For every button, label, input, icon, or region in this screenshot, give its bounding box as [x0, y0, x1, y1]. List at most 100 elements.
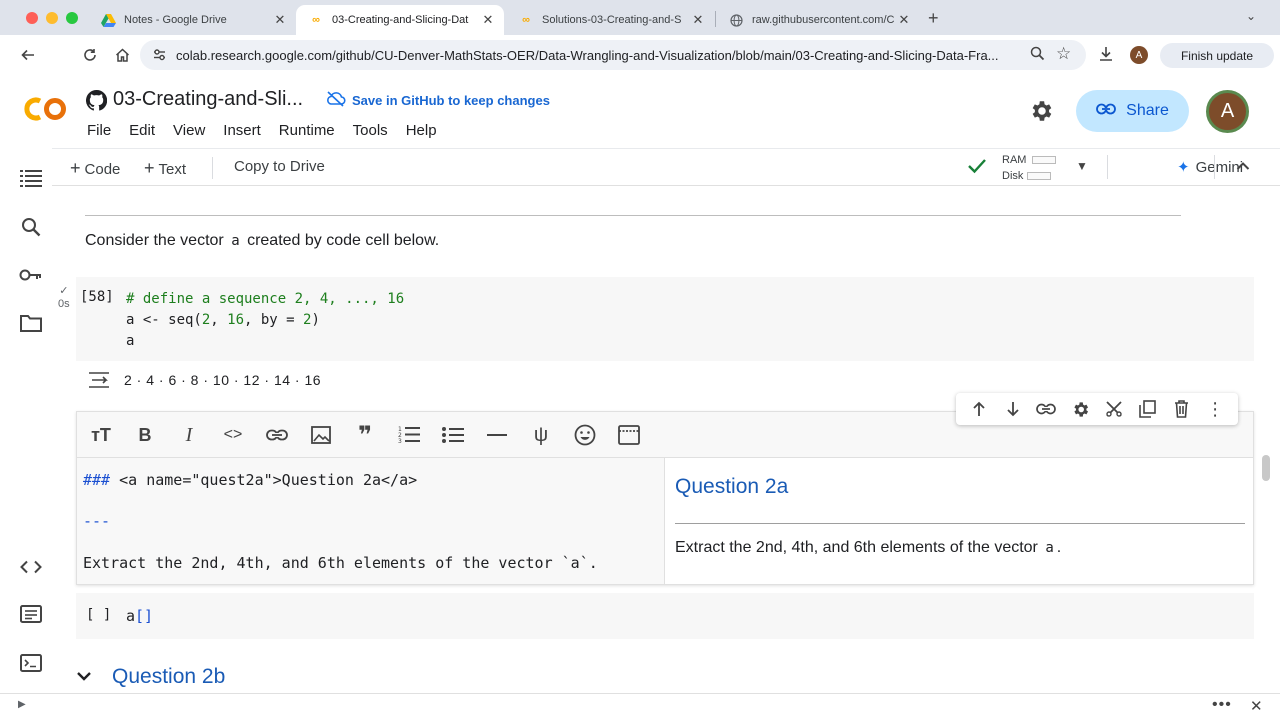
menu-help[interactable]: Help	[406, 122, 437, 139]
window-close-button[interactable]	[26, 12, 38, 24]
svg-text:3: 3	[398, 438, 402, 445]
browser-tab-notebook[interactable]: ∞ 03-Creating-and-Slicing-Dat ✕	[296, 5, 504, 35]
add-code-button[interactable]: + Code	[70, 158, 120, 179]
browser-tab-bar: Notes - Google Drive ✕ ∞ 03-Creating-and…	[0, 0, 1280, 35]
menu-tools[interactable]: Tools	[353, 122, 388, 139]
folder-icon[interactable]	[18, 310, 44, 336]
image-icon[interactable]	[307, 422, 335, 448]
colab-icon: ∞	[522, 14, 530, 26]
preview-toggle-icon[interactable]	[615, 422, 643, 448]
command-palette-icon[interactable]	[18, 601, 44, 627]
resource-monitor[interactable]: RAM Disk	[1002, 152, 1057, 184]
reload-icon[interactable]	[78, 43, 102, 67]
address-bar[interactable]: colab.research.google.com/github/CU-Denv…	[140, 40, 1086, 70]
tab-title: raw.githubusercontent.com/C	[752, 14, 894, 26]
cloud-off-icon	[326, 91, 346, 110]
user-avatar[interactable]: A	[1206, 90, 1249, 133]
download-icon[interactable]	[1098, 46, 1114, 67]
copy-to-drive-button[interactable]: Copy to Drive	[234, 158, 325, 175]
window-minimize-button[interactable]	[46, 12, 58, 24]
menu-file[interactable]: File	[87, 122, 111, 139]
zoom-icon[interactable]	[1030, 46, 1045, 64]
add-text-button[interactable]: + Text	[144, 158, 186, 179]
text-size-icon[interactable]: тT	[87, 422, 115, 448]
close-editor-icon[interactable]	[1101, 396, 1127, 422]
browser-menu-icon[interactable]: ⋮	[1275, 45, 1280, 62]
connected-check-icon[interactable]	[967, 157, 987, 180]
code-snippets-icon[interactable]	[18, 554, 44, 580]
status-more-icon[interactable]: •••	[1212, 696, 1232, 714]
move-down-icon[interactable]	[1000, 396, 1026, 422]
tab-close-icon[interactable]: ✕	[894, 12, 914, 28]
bookmark-star-icon[interactable]: ☆	[1056, 44, 1071, 64]
more-options-icon[interactable]: ⋮	[1202, 396, 1228, 422]
colab-logo[interactable]	[22, 94, 70, 133]
emoji-icon[interactable]	[571, 422, 599, 448]
browser-tab-solutions[interactable]: ∞ Solutions-03-Creating-and-S ✕	[506, 5, 714, 35]
menu-runtime[interactable]: Runtime	[279, 122, 335, 139]
quote-icon[interactable]: ❞	[351, 422, 379, 449]
profile-avatar[interactable]: A	[1130, 46, 1148, 64]
key-icon[interactable]	[18, 262, 44, 288]
section-heading-2b[interactable]: Question 2b	[76, 665, 225, 689]
code-cell-empty[interactable]: [ ] a[]	[76, 593, 1254, 639]
run-cell-button[interactable]: [ ]	[86, 607, 111, 623]
save-github-link[interactable]: Save in GitHub to keep changes	[326, 91, 550, 110]
tab-close-icon[interactable]: ✕	[270, 12, 290, 28]
notebook-title[interactable]: 03-Creating-and-Sli...	[113, 88, 303, 111]
text-cell-consider[interactable]: Consider the vector a created by code ce…	[85, 232, 439, 250]
delete-icon[interactable]	[1168, 396, 1194, 422]
terminal-icon[interactable]	[18, 650, 44, 676]
share-button[interactable]: Share	[1076, 90, 1189, 132]
numbered-list-icon[interactable]: 123	[395, 422, 423, 448]
mirror-cell-icon[interactable]	[1135, 396, 1161, 422]
code-cell[interactable]: [58] # define a sequence 2, 4, ..., 16 a…	[76, 277, 1254, 361]
move-up-icon[interactable]	[966, 396, 992, 422]
gemini-button[interactable]: ✦ Gemini	[1177, 158, 1243, 176]
markdown-cell[interactable]: тT B I <> ❞ 123 ψ ### <a name="quest2a">…	[76, 411, 1254, 585]
browser-tab-raw[interactable]: raw.githubusercontent.com/C ✕	[716, 5, 920, 35]
tab-search-chevron-icon[interactable]: ⌄	[1246, 9, 1256, 23]
window-zoom-button[interactable]	[66, 12, 78, 24]
link-icon[interactable]	[263, 422, 291, 448]
bold-icon[interactable]: B	[131, 422, 159, 448]
collapse-header-icon[interactable]	[1236, 158, 1250, 176]
tab-close-icon[interactable]: ✕	[688, 12, 708, 28]
menu-edit[interactable]: Edit	[129, 122, 155, 139]
menu-view[interactable]: View	[173, 122, 205, 139]
code-editor[interactable]: # define a sequence 2, 4, ..., 16 a <- s…	[126, 289, 404, 352]
new-tab-icon[interactable]: +	[928, 8, 939, 29]
tab-close-icon[interactable]: ✕	[478, 12, 498, 28]
italic-icon[interactable]: I	[175, 422, 203, 448]
code-editor[interactable]: a[]	[126, 607, 153, 625]
cell-link-icon[interactable]	[1033, 396, 1059, 422]
back-arrow-icon[interactable]	[16, 43, 40, 67]
finish-update-button[interactable]: Finish update	[1160, 43, 1274, 68]
table-of-contents-icon[interactable]	[18, 165, 44, 191]
browser-tab-drive[interactable]: Notes - Google Drive ✕	[88, 5, 296, 35]
cell-settings-gear-icon[interactable]	[1067, 396, 1093, 422]
settings-gear-icon[interactable]	[1028, 98, 1054, 129]
share-label: Share	[1126, 102, 1169, 119]
output-toggle-icon[interactable]	[88, 371, 110, 394]
collapse-chevron-icon[interactable]	[76, 668, 92, 686]
markdown-editor[interactable]: ### <a name="quest2a">Question 2a</a> --…	[77, 458, 665, 584]
runtime-dropdown-icon[interactable]: ▼	[1076, 159, 1088, 173]
latex-psi-icon[interactable]: ψ	[527, 422, 555, 448]
ram-meter	[1032, 156, 1057, 165]
tab-title: Notes - Google Drive	[124, 14, 227, 26]
expand-status-icon[interactable]: ▶	[18, 699, 26, 710]
github-icon	[85, 89, 108, 116]
gemini-sparkle-icon: ✦	[1177, 159, 1190, 176]
status-close-icon[interactable]: ✕	[1250, 697, 1263, 715]
horizontal-rule-icon[interactable]	[483, 422, 511, 448]
scrollbar-thumb[interactable]	[1262, 455, 1270, 481]
bullet-list-icon[interactable]	[439, 422, 467, 448]
code-icon[interactable]: <>	[219, 422, 247, 448]
site-settings-icon[interactable]	[152, 47, 167, 65]
search-icon[interactable]	[18, 214, 44, 240]
bracket-highlight: []	[135, 607, 154, 625]
home-icon[interactable]	[110, 43, 134, 67]
run-status: ✓ 0s	[58, 285, 70, 310]
menu-insert[interactable]: Insert	[223, 122, 261, 139]
